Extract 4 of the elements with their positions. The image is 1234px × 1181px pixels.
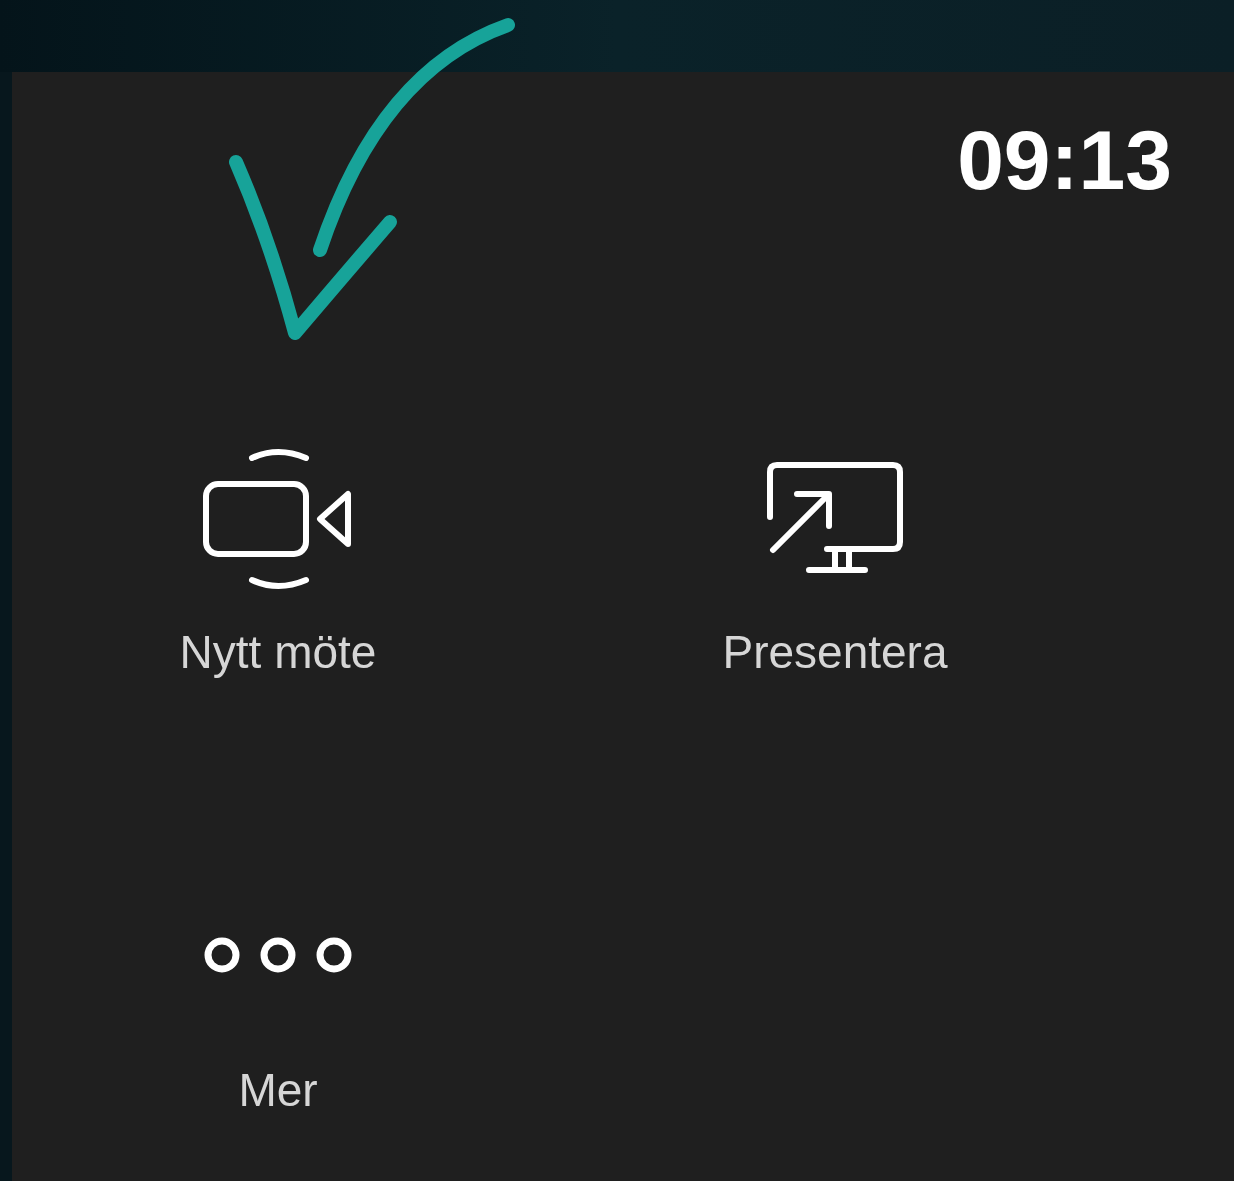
action-button[interactable]: Presentera: [722, 447, 948, 675]
clock-time: 09:13: [957, 118, 1172, 202]
more-icon: [202, 935, 354, 975]
more-button[interactable]: Mer: [202, 925, 354, 1113]
